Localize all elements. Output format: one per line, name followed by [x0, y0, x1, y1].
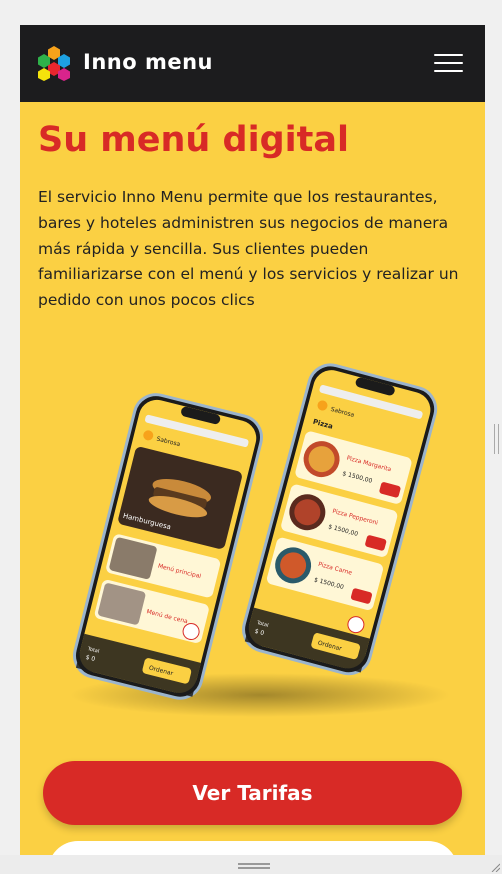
- menu-toggle-button[interactable]: [434, 54, 464, 72]
- ver-tarifas-button[interactable]: Ver Tarifas: [43, 761, 462, 825]
- phone-left: Sabrosa Hamburguesa Menú principal Menú …: [73, 393, 263, 700]
- phone-right: Sabrosa Pizza Pizza Margarita $ 1500,00 …: [242, 363, 438, 676]
- drag-grip-icon: [238, 863, 270, 865]
- phones-illustration: Sabrosa Hamburguesa Menú principal Menú …: [70, 363, 450, 717]
- resize-corner-icon[interactable]: [490, 862, 500, 872]
- page-title: Su menú digital: [38, 120, 349, 160]
- brand-name[interactable]: Inno menu: [83, 50, 213, 74]
- secondary-button[interactable]: [48, 841, 458, 855]
- logo-icon[interactable]: [36, 45, 72, 81]
- bottom-drag-bar[interactable]: [0, 855, 502, 874]
- page-frame: Inno menu Su menú digital El servicio In…: [20, 25, 485, 855]
- resize-handle[interactable]: [494, 424, 499, 454]
- navbar: Inno menu: [20, 25, 485, 102]
- hero-description: El servicio Inno Menu permite que los re…: [38, 188, 459, 310]
